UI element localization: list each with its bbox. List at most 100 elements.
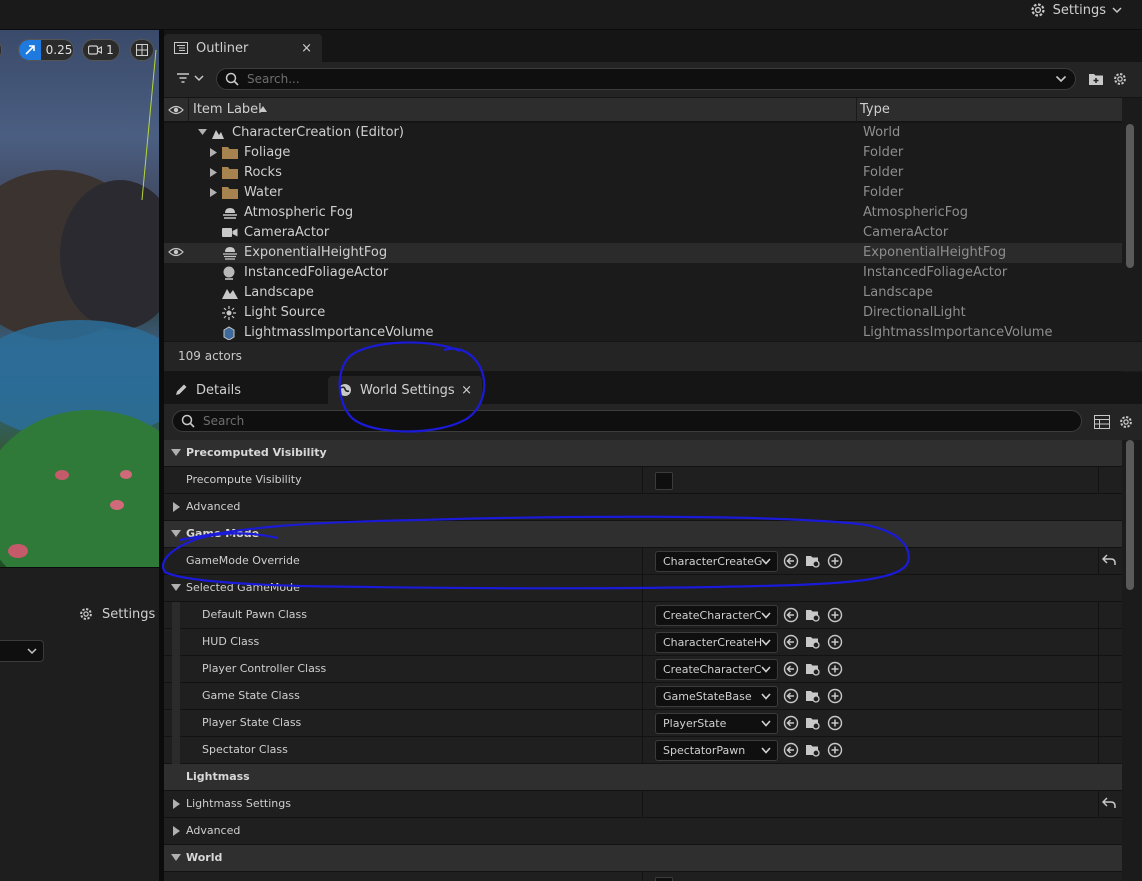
column-divider — [642, 683, 643, 710]
tree-row[interactable]: CharacterCreation (Editor) World — [164, 123, 1122, 143]
tree-row[interactable]: Atmospheric Fog AtmosphericFog — [164, 203, 1122, 223]
gear-icon[interactable] — [1118, 414, 1134, 430]
column-divider — [642, 602, 643, 629]
reset-to-default-icon[interactable] — [1102, 797, 1116, 809]
eye-icon[interactable] — [168, 104, 184, 116]
filter-button[interactable] — [176, 72, 204, 84]
tree-row[interactable]: ExponentialHeightFog ExponentialHeightFo… — [164, 243, 1122, 263]
left-dropdown[interactable] — [0, 640, 44, 662]
spectator-class-combo[interactable]: SpectatorPawn — [655, 740, 778, 761]
details-scrollbar[interactable] — [1126, 440, 1134, 590]
add-icon[interactable] — [827, 553, 843, 569]
browse-asset-icon[interactable] — [805, 688, 821, 704]
close-icon[interactable]: × — [461, 383, 472, 398]
property-label: Player Controller Class — [202, 662, 327, 675]
chevron-down-icon[interactable] — [1055, 75, 1067, 83]
viewport-mushroom — [8, 544, 28, 558]
add-icon[interactable] — [827, 634, 843, 650]
use-selected-arrow-icon[interactable] — [783, 742, 799, 758]
browse-asset-icon[interactable] — [805, 661, 821, 677]
outliner-tab-bar: Outliner × — [164, 30, 1142, 62]
collapsed-arrow-icon[interactable] — [210, 168, 217, 177]
precompute-visibility-checkbox[interactable] — [655, 472, 673, 490]
outliner-column-header: Item Label Type — [164, 98, 1142, 122]
player-state-class-combo[interactable]: PlayerState — [655, 713, 778, 734]
tree-row[interactable]: Water Folder — [164, 183, 1122, 203]
tree-row[interactable]: Rocks Folder — [164, 163, 1122, 183]
outliner-search[interactable] — [216, 68, 1076, 90]
tab-details[interactable]: Details — [164, 376, 324, 404]
property-label: Player State Class — [202, 716, 302, 729]
collapsed-arrow-icon[interactable] — [210, 188, 217, 197]
top-settings-button[interactable]: Settings — [1029, 0, 1122, 20]
tree-row[interactable]: LightmassImportanceVolume LightmassImpor… — [164, 323, 1122, 341]
tab-world-settings[interactable]: World Settings × — [328, 376, 482, 404]
property-row[interactable]: Advanced — [164, 818, 1122, 845]
property-row[interactable]: Lightmass Settings — [164, 791, 1122, 818]
outliner-scrollbar[interactable] — [1126, 124, 1134, 268]
column-type[interactable]: Type — [860, 102, 890, 117]
property-row[interactable]: Selected GameMode — [164, 575, 1122, 602]
gear-icon[interactable] — [1112, 71, 1128, 87]
tree-row[interactable]: Light Source DirectionalLight — [164, 303, 1122, 323]
details-search-input[interactable] — [203, 414, 1081, 428]
eye-icon[interactable] — [168, 246, 184, 258]
table-view-icon[interactable] — [1094, 415, 1110, 429]
chevron-down-icon — [761, 666, 771, 673]
expanded-arrow-icon[interactable] — [198, 128, 207, 136]
game-state-class-combo[interactable]: GameStateBase — [655, 686, 778, 707]
tree-row[interactable]: CameraActor CameraActor — [164, 223, 1122, 243]
use-selected-arrow-icon[interactable] — [783, 607, 799, 623]
tree-row-label: Landscape — [244, 285, 314, 300]
browse-asset-icon[interactable] — [805, 607, 821, 623]
viewport-partial-button[interactable] — [0, 39, 2, 61]
property-label: Advanced — [186, 500, 241, 513]
add-icon[interactable] — [827, 688, 843, 704]
use-selected-arrow-icon[interactable] — [783, 634, 799, 650]
default-pawn-class-combo[interactable]: CreateCharacterC — [655, 605, 778, 626]
left-settings-button[interactable]: Settings — [78, 606, 155, 622]
browse-asset-icon[interactable] — [805, 553, 821, 569]
category-lightmass[interactable]: Lightmass — [164, 764, 1122, 791]
camera-speed-button[interactable]: 0.25 — [18, 39, 74, 61]
camera-speed-value: 0.25 — [45, 43, 73, 57]
use-selected-arrow-icon[interactable] — [783, 553, 799, 569]
tree-row-type: DirectionalLight — [863, 305, 966, 320]
use-selected-arrow-icon[interactable] — [783, 661, 799, 677]
add-icon[interactable] — [827, 742, 843, 758]
reset-to-default-icon[interactable] — [1102, 554, 1116, 566]
tree-row[interactable]: InstancedFoliageActor InstancedFoliageAc… — [164, 263, 1122, 283]
browse-asset-icon[interactable] — [805, 742, 821, 758]
category-world[interactable]: World — [164, 845, 1122, 872]
use-selected-arrow-icon[interactable] — [783, 688, 799, 704]
column-divider — [642, 872, 643, 881]
property-row[interactable]: Advanced — [164, 494, 1122, 521]
outliner-search-input[interactable] — [247, 72, 1055, 86]
gamemode-override-combo[interactable]: CharacterCreateG — [655, 551, 778, 572]
viewport-layout-button[interactable] — [130, 39, 154, 61]
camera-count-button[interactable]: 1 — [82, 39, 120, 61]
level-viewport[interactable]: 0.25 1 — [0, 30, 159, 567]
column-item-label[interactable]: Item Label — [193, 102, 262, 117]
tree-row[interactable]: Landscape Landscape — [164, 283, 1122, 303]
category-precomputed-visibility[interactable]: Precomputed Visibility — [164, 440, 1122, 467]
player-controller-class-combo[interactable]: CreateCharacterC — [655, 659, 778, 680]
add-icon[interactable] — [827, 607, 843, 623]
hud-class-combo[interactable]: CharacterCreateH — [655, 632, 778, 653]
browse-asset-icon[interactable] — [805, 634, 821, 650]
add-icon[interactable] — [827, 661, 843, 677]
use-selected-arrow-icon[interactable] — [783, 715, 799, 731]
details-search[interactable] — [172, 410, 1082, 432]
browse-asset-icon[interactable] — [805, 715, 821, 731]
tree-row[interactable]: Foliage Folder — [164, 143, 1122, 163]
close-icon[interactable]: × — [301, 41, 312, 56]
add-folder-icon[interactable] — [1088, 72, 1104, 86]
add-icon[interactable] — [827, 715, 843, 731]
indent-bar — [172, 737, 180, 764]
tab-outliner[interactable]: Outliner × — [164, 34, 322, 62]
combo-value: SpectatorPawn — [663, 744, 746, 757]
world-property-checkbox[interactable] — [655, 877, 673, 881]
property-label: Selected GameMode — [186, 581, 300, 594]
category-game-mode[interactable]: Game Mode — [164, 521, 1122, 548]
collapsed-arrow-icon[interactable] — [210, 148, 217, 157]
